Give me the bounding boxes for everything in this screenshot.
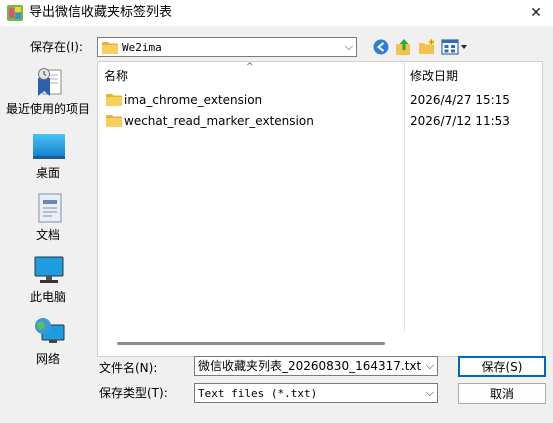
place-network[interactable]: 网络: [2, 312, 94, 374]
folder-icon: [102, 41, 118, 54]
recent-icon: [32, 66, 66, 98]
computer-icon: [32, 254, 66, 286]
desktop-icon: [32, 130, 66, 162]
place-label: 此电脑: [29, 290, 66, 304]
folder-icon: [106, 114, 122, 127]
file-date: 2026/7/12 11:53: [410, 114, 510, 128]
chevron-down-icon: ⌵: [344, 40, 353, 53]
window-title: 导出微信收藏夹标签列表: [29, 5, 173, 20]
place-desktop[interactable]: 桌面: [2, 126, 94, 188]
filetype-label: 保存类型(T):: [99, 386, 168, 400]
place-recent[interactable]: 最近使用的项目: [2, 62, 94, 124]
scrollbar-thumb[interactable]: [117, 342, 385, 345]
place-label: 最近使用的项目: [5, 102, 90, 116]
filetype-select[interactable]: Text files (*.txt) ⌵: [194, 383, 438, 403]
cancel-button[interactable]: 取消: [458, 383, 546, 404]
place-documents[interactable]: 文档: [2, 188, 94, 250]
file-row[interactable]: ima_chrome_extension 2026/4/27 15:15: [102, 90, 538, 110]
up-folder-button[interactable]: [395, 38, 413, 56]
place-label: 桌面: [35, 166, 60, 180]
place-label: 文档: [35, 228, 60, 242]
filename-combo[interactable]: 微信收藏夹列表_20260830_164317.txt ⌵: [194, 356, 438, 376]
file-list[interactable]: ^ 名称 修改日期 ima_chrome_extension 2026/4/27…: [97, 61, 543, 357]
filename-value: 微信收藏夹列表_20260830_164317.txt: [198, 359, 422, 373]
view-menu-button[interactable]: [441, 38, 469, 56]
place-computer[interactable]: 此电脑: [2, 250, 94, 312]
filename-label: 文件名(N):: [99, 361, 158, 375]
column-header-date[interactable]: 修改日期: [410, 68, 458, 84]
folder-icon: [106, 93, 122, 106]
app-icon: [7, 5, 23, 21]
save-in-value: We2ima: [122, 41, 162, 54]
view-grid-icon: [441, 39, 467, 55]
chevron-down-icon: ⌵: [425, 386, 434, 399]
file-date: 2026/4/27 15:15: [410, 93, 510, 107]
file-name: ima_chrome_extension: [124, 93, 263, 107]
new-folder-button[interactable]: [418, 38, 436, 56]
back-button[interactable]: [372, 38, 390, 56]
filetype-value: Text files (*.txt): [198, 387, 318, 400]
sort-ascending-icon: ^: [246, 62, 254, 72]
file-name: wechat_read_marker_extension: [124, 114, 314, 128]
place-label: 网络: [35, 352, 60, 366]
save-in-label: 保存在(I):: [30, 40, 83, 54]
save-button[interactable]: 保存(S): [458, 356, 546, 377]
horizontal-scrollbar[interactable]: [99, 339, 541, 349]
save-in-combo[interactable]: We2ima ⌵: [97, 37, 357, 57]
documents-icon: [32, 192, 66, 224]
file-row[interactable]: wechat_read_marker_extension 2026/7/12 1…: [102, 111, 538, 131]
back-arrow-icon: [373, 39, 389, 55]
places-bar: 最近使用的项目 桌面 文档 此电脑 网络: [2, 62, 94, 372]
close-icon: ✕: [530, 5, 542, 21]
new-folder-icon: [419, 39, 435, 54]
column-header-name[interactable]: 名称: [104, 68, 128, 84]
chevron-down-icon: ⌵: [425, 359, 434, 372]
network-icon: [32, 316, 66, 348]
up-folder-icon: [396, 39, 410, 55]
close-button[interactable]: ✕: [524, 2, 548, 24]
